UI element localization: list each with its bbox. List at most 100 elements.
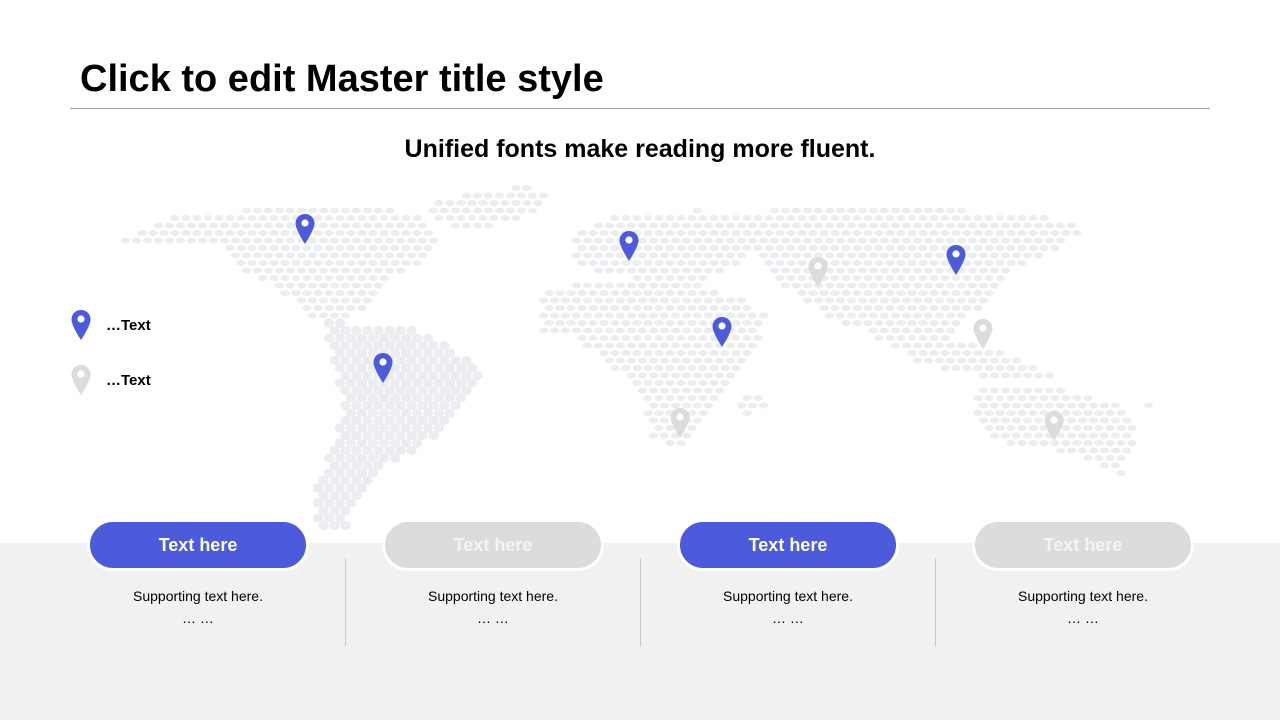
map-dot <box>412 245 422 251</box>
map-dot <box>967 252 978 259</box>
map-dot <box>703 387 714 394</box>
map-dot <box>632 365 642 371</box>
map-dot <box>318 207 329 214</box>
map-dot <box>687 320 697 326</box>
map-dot <box>1022 372 1033 379</box>
map-dot <box>665 230 675 236</box>
map-dot <box>654 395 664 401</box>
map-dot <box>1110 402 1121 409</box>
map-dot <box>868 297 879 304</box>
map-dot <box>324 305 334 311</box>
map-dot <box>648 297 659 304</box>
map-dot <box>318 282 329 289</box>
map-dot <box>670 267 681 274</box>
map-dot <box>428 207 439 214</box>
map-dot <box>841 320 851 326</box>
map-dot <box>797 215 807 221</box>
map-dot <box>241 207 252 214</box>
text-here-button[interactable]: Text here <box>382 519 604 571</box>
map-dot <box>786 275 796 281</box>
map-dot <box>571 312 582 319</box>
map-dot <box>423 230 433 236</box>
map-dot <box>241 252 252 259</box>
map-dot <box>912 267 923 274</box>
map-dot <box>1050 440 1060 446</box>
map-dot <box>747 342 758 349</box>
map-dot <box>582 237 593 244</box>
map-dot <box>714 267 725 274</box>
map-dot <box>1077 447 1088 454</box>
map-dot <box>852 245 862 251</box>
map-dot <box>456 200 466 206</box>
map-dot <box>692 282 703 289</box>
map-dot <box>681 252 692 259</box>
map-dot <box>802 222 813 229</box>
map-dot <box>318 237 329 244</box>
map-dot <box>186 237 197 244</box>
map-dot <box>808 215 818 221</box>
map-dot <box>351 237 362 244</box>
map-dot <box>665 350 675 356</box>
map-dot <box>225 245 235 251</box>
map-dot <box>984 425 994 431</box>
map-dot <box>390 260 400 266</box>
map-dot <box>1055 447 1066 454</box>
map-dot <box>758 402 769 409</box>
map-dot <box>1066 432 1077 439</box>
map-dot <box>1061 395 1071 401</box>
map-dot <box>709 245 719 251</box>
map-dot <box>885 320 895 326</box>
map-dot <box>472 222 483 229</box>
map-dot <box>830 275 840 281</box>
map-dot <box>687 275 697 281</box>
map-dot <box>659 312 670 319</box>
map-dot <box>687 230 697 236</box>
map-dot <box>1121 432 1132 439</box>
map-dot <box>489 215 499 221</box>
map-dot <box>296 267 307 274</box>
map-dot <box>846 282 857 289</box>
map-dot <box>687 260 697 266</box>
map-dot <box>973 245 983 251</box>
supporting-text-line: Supporting text here. <box>723 588 853 604</box>
map-dot <box>153 222 164 229</box>
map-dot <box>692 402 703 409</box>
map-dot <box>687 305 697 311</box>
map-dot <box>676 215 686 221</box>
map-dot <box>412 215 422 221</box>
map-dot <box>324 275 334 281</box>
text-here-button[interactable]: Text here <box>677 519 899 571</box>
map-dot <box>637 267 648 274</box>
map-dot <box>467 200 477 206</box>
text-here-button[interactable]: Text here <box>87 519 309 571</box>
map-dot <box>676 440 686 446</box>
map-dot <box>362 267 373 274</box>
map-dot <box>995 275 1005 281</box>
map-dot <box>571 237 582 244</box>
map-dot <box>995 410 1005 416</box>
map-dot <box>868 207 879 214</box>
map-dot <box>934 237 945 244</box>
map-dot <box>610 245 620 251</box>
map-dot <box>1066 417 1077 424</box>
map-dot <box>984 410 994 416</box>
map-dot <box>692 252 703 259</box>
legend-label: …Text <box>106 316 151 334</box>
map-dot <box>621 260 631 266</box>
map-dot <box>362 237 373 244</box>
map-dot <box>676 350 686 356</box>
map-dot <box>940 350 950 356</box>
map-dot <box>929 245 939 251</box>
map-dot <box>720 215 730 221</box>
text-here-button[interactable]: Text here <box>972 519 1194 571</box>
map-dot <box>676 395 686 401</box>
map-dot <box>428 430 439 441</box>
map-dot <box>318 252 329 259</box>
map-dot <box>956 312 967 319</box>
map-dot <box>648 372 659 379</box>
map-dot <box>1000 372 1011 379</box>
map-dot <box>1022 432 1033 439</box>
map-dot <box>923 207 934 214</box>
map-dot <box>665 305 675 311</box>
map-dot <box>219 222 230 229</box>
